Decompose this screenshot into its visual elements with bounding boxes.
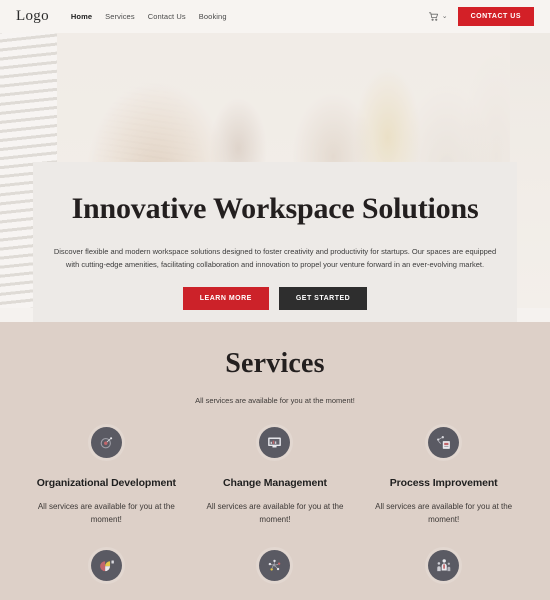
nav-item-services[interactable]: Services	[105, 12, 135, 21]
hero-section: Innovative Workspace Solutions Discover …	[0, 33, 550, 322]
hero-content-card: Innovative Workspace Solutions Discover …	[33, 162, 517, 322]
nav-item-home[interactable]: Home	[71, 12, 92, 21]
services-grid: Organizational Development All services …	[0, 427, 550, 600]
service-card-strategic-planning[interactable]: Strategic Planning All services are avai…	[22, 550, 191, 600]
nav-item-booking[interactable]: Booking	[199, 12, 227, 21]
site-header: Logo Home Services Contact Us Booking ⌄ …	[0, 0, 550, 33]
service-card-change-management[interactable]: Change Management All services are avail…	[191, 427, 360, 526]
service-card-leadership-coaching[interactable]: Leadership Coaching All services are ava…	[359, 550, 528, 600]
header-actions: ⌄ CONTACT US	[428, 7, 534, 26]
presentation-monitor-icon	[259, 427, 291, 458]
service-desc: All services are available for you at th…	[37, 502, 175, 525]
document-flow-icon	[428, 427, 460, 458]
network-nodes-icon	[259, 550, 291, 582]
people-group-icon	[428, 550, 460, 582]
hero-subtitle: Discover flexible and modern workspace s…	[53, 247, 497, 270]
service-desc: All services are available for you at th…	[375, 502, 513, 525]
contact-us-button[interactable]: CONTACT US	[457, 7, 534, 26]
main-navigation: Home Services Contact Us Booking	[71, 12, 227, 21]
hero-button-group: LEARN MORE GET STARTED	[182, 287, 368, 311]
cart-dropdown[interactable]: ⌄	[428, 11, 448, 22]
nav-item-contact-us[interactable]: Contact Us	[148, 12, 186, 21]
services-subtitle: All services are available for you at th…	[195, 396, 355, 405]
hero-title: Innovative Workspace Solutions	[71, 192, 479, 225]
shopping-cart-icon[interactable]	[428, 11, 439, 22]
service-card-human-resources-consulting[interactable]: Human Resources Consulting All services …	[191, 550, 360, 600]
services-section: Services All services are available for …	[0, 322, 550, 600]
service-card-organizational-development[interactable]: Organizational Development All services …	[22, 427, 191, 526]
target-circle-icon	[90, 427, 122, 458]
service-title: Organizational Development	[36, 477, 176, 489]
site-logo[interactable]: Logo	[16, 8, 49, 25]
service-card-process-improvement[interactable]: Process Improvement All services are ava…	[359, 427, 528, 526]
services-title: Services	[225, 348, 325, 379]
get-started-button[interactable]: GET STARTED	[278, 287, 368, 311]
pie-chart-icon	[90, 550, 122, 582]
service-title: Process Improvement	[389, 477, 498, 489]
service-desc: All services are available for you at th…	[206, 502, 344, 525]
learn-more-button[interactable]: LEARN MORE	[182, 287, 269, 311]
chevron-down-icon[interactable]: ⌄	[442, 13, 448, 20]
service-title: Change Management	[223, 477, 327, 489]
